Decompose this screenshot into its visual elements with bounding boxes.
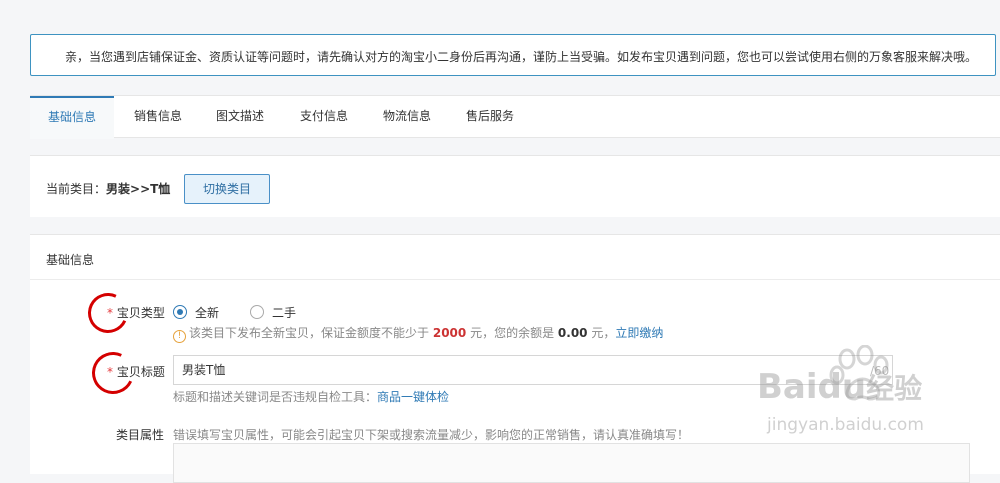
title-check-hint-text: 标题和描述关键词是否违规自检工具：	[173, 390, 378, 404]
title-char-counter: /60	[870, 364, 890, 378]
pay-now-link[interactable]: 立即缴纳	[615, 326, 663, 340]
notice-banner: 亲，当您遇到店铺保证金、资质认证等问题时，请先确认对方的淘宝小二身份后再沟通，谨…	[30, 34, 996, 76]
current-category-path: 男装>>T恤	[106, 182, 171, 196]
basic-info-panel: 基础信息 * 宝贝类型 全新 二手 ! 该类目下发布全新宝贝，保证金额度不能少于 …	[30, 234, 1000, 483]
switch-category-button[interactable]: 切换类目	[184, 174, 270, 204]
category-panel: 当前类目：男装>>T恤 切换类目	[30, 155, 1000, 217]
tab-logistics-info[interactable]: 物流信息	[379, 96, 435, 137]
product-check-link[interactable]: 商品一键体检	[377, 390, 449, 404]
warning-icon: !	[173, 330, 186, 343]
title-check-hint: 标题和描述关键词是否违规自检工具：商品一键体检	[173, 388, 449, 405]
category-props-hint: 错误填写宝贝属性，可能会引起宝贝下架或搜索流量减少，影响您的正常销售，请认真准确…	[173, 428, 690, 442]
deposit-hint-mid: 元，您的余额是	[470, 326, 555, 340]
radio-new-label[interactable]: 全新	[195, 304, 219, 321]
deposit-balance: 0.00	[557, 326, 588, 340]
deposit-amount: 2000	[432, 326, 467, 340]
radio-used-label[interactable]: 二手	[272, 304, 296, 321]
category-props-box[interactable]	[173, 443, 970, 483]
tab-sales-info[interactable]: 销售信息	[130, 96, 186, 137]
deposit-hint-suffix: 元，	[591, 326, 616, 340]
deposit-hint: ! 该类目下发布全新宝贝，保证金额度不能少于 2000 元，您的余额是 0.00 …	[173, 324, 663, 343]
radio-new[interactable]	[173, 305, 187, 319]
notice-text: 亲，当您遇到店铺保证金、资质认证等问题时，请先确认对方的淘宝小二身份后再沟通，谨…	[65, 50, 978, 64]
current-category-label: 当前类目：	[46, 182, 107, 196]
section-title: 基础信息	[46, 253, 95, 267]
item-title-input[interactable]: 男装T恤	[173, 355, 893, 385]
section-divider	[30, 279, 1000, 280]
deposit-hint-prefix: 该类目下发布全新宝贝，保证金额度不能少于	[189, 326, 430, 340]
radio-used[interactable]	[250, 305, 264, 319]
category-props-label: 类目属性	[116, 428, 165, 442]
tab-payment-info[interactable]: 支付信息	[296, 96, 352, 137]
current-category: 当前类目：男装>>T恤	[46, 180, 170, 197]
tab-description[interactable]: 图文描述	[212, 96, 268, 137]
tab-after-sales[interactable]: 售后服务	[462, 96, 518, 137]
tab-bar: 基础信息 销售信息 图文描述 支付信息 物流信息 售后服务	[30, 95, 1000, 139]
tab-basic-info[interactable]: 基础信息	[30, 96, 114, 139]
